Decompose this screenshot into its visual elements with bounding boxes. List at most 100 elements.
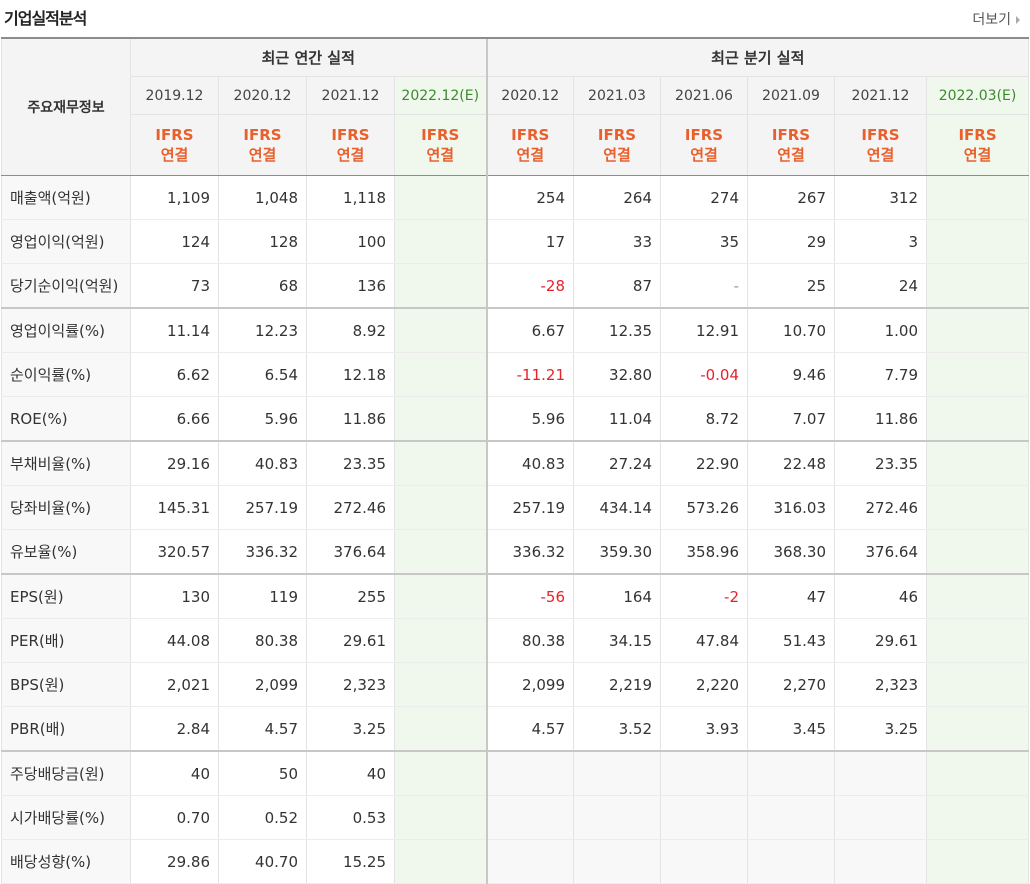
table-cell: 368.30 xyxy=(747,529,835,575)
table-cell xyxy=(925,795,1030,840)
more-link[interactable]: 더보기 xyxy=(972,9,1020,29)
basis-standard: IFRS xyxy=(155,126,194,144)
table-cell: 3.93 xyxy=(660,706,748,752)
table-cell: 22.90 xyxy=(660,440,748,486)
table-cell: 7.07 xyxy=(747,396,835,442)
table-cell: 267 xyxy=(747,175,835,220)
basis-standard: IFRS xyxy=(958,126,997,144)
table-cell: 40.70 xyxy=(218,839,307,884)
column-basis: IFRS 연결 xyxy=(747,114,835,176)
table-cell: 27.24 xyxy=(573,440,661,486)
table-cell: 3.25 xyxy=(834,706,927,752)
table-cell: 10.70 xyxy=(747,307,835,353)
table-row: 매출액(억원) 1,109 1,048 1,118 254 264 274 267 312 xyxy=(1,175,1030,220)
table-cell: 376.64 xyxy=(834,529,927,575)
header-period-row: 2019.12 2020.12 2021.12 2022.12(E) 2020.12 20… xyxy=(2,76,1030,115)
table-cell: 2,270 xyxy=(747,662,835,707)
row-label: 주당배당금(원) xyxy=(1,750,131,796)
table-cell: 29.16 xyxy=(130,440,219,486)
table-cell xyxy=(834,839,927,884)
table-cell: 254 xyxy=(485,175,574,220)
table-row: 당기순이익(억원) 73 68 136 -28 87-25 24 xyxy=(1,263,1030,309)
table-cell xyxy=(394,175,487,220)
table-cell xyxy=(925,219,1030,264)
table-cell xyxy=(394,307,487,353)
table-cell xyxy=(394,573,487,619)
row-header-label: 주요재무정보 xyxy=(1,37,131,176)
table-cell xyxy=(394,263,487,309)
table-row: 주당배당금(원) 40 50 40 xyxy=(1,750,1030,796)
table-cell: 6.66 xyxy=(130,396,219,442)
column-basis: IFRS 연결 xyxy=(925,114,1030,176)
section-header: 기업실적분석 더보기 xyxy=(0,0,1030,36)
row-label: 영업이익률(%) xyxy=(1,307,131,353)
header-group-row: 주요재무정보 최근 연간 실적 최근 분기 실적 xyxy=(1,37,1030,176)
table-cell: 358.96 xyxy=(660,529,748,575)
table-cell xyxy=(925,573,1030,619)
table-cell: 7.79 xyxy=(834,352,927,397)
table-cell: 12.35 xyxy=(573,307,661,353)
table-cell xyxy=(925,529,1030,575)
row-label: 당좌비율(%) xyxy=(1,485,131,530)
table-row: 당좌비율(%) 145.31 257.19 272.46 257.19 434.14 573… xyxy=(1,485,1030,530)
column-period: 2020.12 xyxy=(485,76,574,115)
table-cell: 29 xyxy=(747,219,835,264)
column-period: 2022.12(E) xyxy=(394,76,487,115)
table-cell xyxy=(485,750,574,796)
basis-standard: IFRS xyxy=(331,126,370,144)
table-cell xyxy=(394,440,487,486)
table-cell: 8.72 xyxy=(660,396,748,442)
row-label: PBR(배) xyxy=(1,706,131,752)
table-cell: 3 xyxy=(834,219,927,264)
row-label: EPS(원) xyxy=(1,573,131,619)
table-cell: - xyxy=(660,263,748,309)
table-cell xyxy=(925,750,1030,796)
table-cell: 2,021 xyxy=(130,662,219,707)
basis-consolidation: 연결 xyxy=(336,146,365,164)
table-cell xyxy=(925,662,1030,707)
table-cell: 47 xyxy=(747,573,835,619)
basis-standard: IFRS xyxy=(597,126,637,144)
table-cell: 2,219 xyxy=(573,662,661,707)
table-cell: 336.32 xyxy=(218,529,307,575)
table-cell: -28 xyxy=(485,263,574,309)
table-cell: 5.96 xyxy=(485,396,574,442)
table-cell: 5.96 xyxy=(218,396,307,442)
financial-summary-table: 주요재무정보 최근 연간 실적 최근 분기 실적 2019.12 2020.12 2… xyxy=(1,37,1030,884)
basis-consolidation: 연결 xyxy=(248,146,277,164)
table-cell xyxy=(573,839,661,884)
table-cell xyxy=(747,795,835,840)
table-cell: 264 xyxy=(573,175,661,220)
table-cell: 40.83 xyxy=(218,440,307,486)
column-basis: IFRS 연결 xyxy=(485,114,574,176)
table-cell: 17 xyxy=(485,219,574,264)
table-cell xyxy=(660,795,748,840)
table-cell: 68 xyxy=(218,263,307,309)
row-label: 유보율(%) xyxy=(1,529,131,575)
row-label: 배당성향(%) xyxy=(1,839,131,884)
column-basis: IFRS 연결 xyxy=(660,114,748,176)
column-period: 2020.12 xyxy=(218,76,307,115)
table-cell xyxy=(925,485,1030,530)
table-cell: 23.35 xyxy=(834,440,927,486)
table-cell: 8.92 xyxy=(306,307,395,353)
table-cell: 272.46 xyxy=(834,485,927,530)
basis-consolidation: 연결 xyxy=(603,146,631,164)
table-cell: 80.38 xyxy=(485,618,574,663)
table-cell: 51.43 xyxy=(747,618,835,663)
table-cell: 40 xyxy=(130,750,219,796)
table-cell xyxy=(394,618,487,663)
table-cell: -11.21 xyxy=(485,352,574,397)
table-cell: 3.45 xyxy=(747,706,835,752)
table-cell: 312 xyxy=(834,175,927,220)
table-cell xyxy=(925,175,1030,220)
section-title: 기업실적분석 xyxy=(4,9,87,28)
basis-standard: IFRS xyxy=(421,126,460,144)
table-cell: 0.70 xyxy=(130,795,219,840)
table-cell: 2,323 xyxy=(306,662,395,707)
row-label: 부채비율(%) xyxy=(1,440,131,486)
table-cell xyxy=(394,352,487,397)
row-label: 영업이익(억원) xyxy=(1,219,131,264)
table-cell: 376.64 xyxy=(306,529,395,575)
table-cell: 6.54 xyxy=(218,352,307,397)
